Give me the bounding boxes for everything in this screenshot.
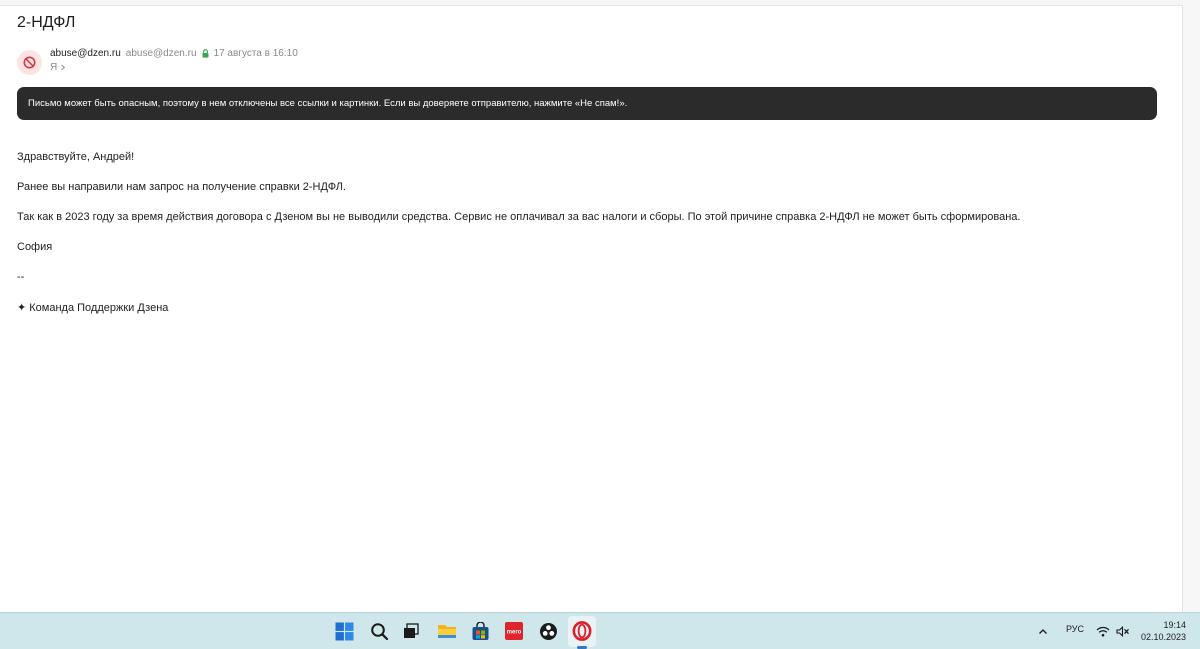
spam-warning-banner: Письмо может быть опасным, поэтому в нем… [17, 87, 1157, 120]
file-explorer-button[interactable] [436, 620, 458, 642]
start-button[interactable] [333, 620, 355, 642]
sender-line: abuse@dzen.ru abuse@dzen.ru 17 августа в… [50, 48, 298, 59]
windows-icon [335, 622, 353, 640]
input-language[interactable]: РУС [1066, 624, 1084, 634]
email-panel: 2-НДФЛ abuse@dzen.ru abuse@dzen.ru 17 ав… [0, 5, 1183, 613]
taskbar: mero РУС 19:14 02.10.2023 [0, 612, 1200, 649]
opera-button[interactable] [571, 620, 593, 642]
lock-icon [202, 49, 209, 58]
task-view-button[interactable] [400, 620, 422, 642]
store-icon [472, 621, 488, 640]
page-scroll-gutter[interactable] [1183, 0, 1200, 612]
signature-team: ✦ Команда Поддержки Дзена [17, 302, 169, 314]
tray-overflow-button[interactable] [1035, 620, 1051, 642]
mero-app-label: mero [507, 630, 522, 636]
sender-name[interactable]: abuse@dzen.ru [50, 48, 121, 59]
folder-icon [438, 625, 456, 638]
email-body-line-1: Ранее вы направили нам запрос на получен… [17, 181, 346, 193]
clock[interactable]: 19:14 02.10.2023 [1141, 619, 1186, 643]
screen: 2-НДФЛ abuse@dzen.ru abuse@dzen.ru 17 ав… [0, 0, 1200, 649]
obs-button[interactable] [537, 620, 559, 642]
signature-separator: -- [17, 271, 25, 283]
obs-icon [539, 622, 557, 640]
blocked-icon [23, 56, 36, 69]
email-greeting: Здравствуйте, Андрей! [17, 151, 135, 163]
email-body-line-2: Так как в 2023 году за время действия до… [17, 211, 1021, 223]
email-date: 17 августа в 16:10 [213, 48, 298, 59]
store-button[interactable] [469, 620, 491, 642]
mero-app-icon: mero [505, 622, 523, 640]
clock-time: 19:14 [1163, 620, 1186, 630]
sender-avatar[interactable] [17, 50, 42, 75]
search-button[interactable] [368, 620, 390, 642]
signature-name: София [17, 241, 53, 253]
email-subject: 2-НДФЛ [17, 14, 76, 31]
mero-app-button[interactable]: mero [503, 620, 525, 642]
opera-icon [572, 621, 592, 641]
wifi-button[interactable] [1094, 620, 1112, 642]
sender-email[interactable]: abuse@dzen.ru [126, 48, 197, 59]
recipient-label: Я [50, 62, 58, 73]
speaker-muted-icon [1116, 625, 1129, 637]
wifi-icon [1096, 626, 1110, 636]
recipient-toggle[interactable]: Я [50, 62, 66, 73]
browser-viewport: 2-НДФЛ abuse@dzen.ru abuse@dzen.ru 17 ав… [0, 0, 1200, 613]
volume-button[interactable] [1114, 620, 1132, 642]
search-icon [370, 622, 388, 640]
chevron-right-icon [61, 64, 66, 71]
chevron-up-icon [1039, 628, 1047, 634]
clock-date: 02.10.2023 [1140, 632, 1186, 642]
task-view-icon [404, 623, 419, 638]
